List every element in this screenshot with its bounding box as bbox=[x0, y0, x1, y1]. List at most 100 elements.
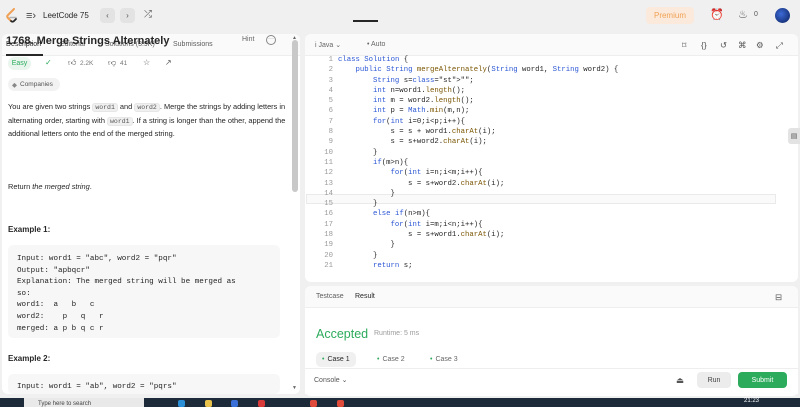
app-icon[interactable] bbox=[258, 400, 265, 407]
run-button[interactable]: Run bbox=[697, 372, 731, 388]
tag-icon: ◆ bbox=[12, 81, 17, 89]
hint-button[interactable]: Hint bbox=[242, 36, 254, 43]
alarm-clock-icon[interactable]: ⏰ bbox=[710, 8, 724, 21]
code-line: s = s+word1.charAt(i); bbox=[338, 231, 505, 240]
chevron-left-icon[interactable]: ‹ bbox=[100, 8, 115, 23]
pass-dot-icon: • bbox=[322, 356, 325, 363]
line-number: 2 bbox=[328, 66, 333, 75]
auto-mode[interactable]: • Auto bbox=[367, 41, 385, 48]
inline-code: word1 bbox=[92, 103, 118, 112]
leetcode-logo-icon[interactable] bbox=[5, 8, 19, 24]
code-line: else if(n>m){ bbox=[373, 210, 430, 219]
code-line: for(int i=n;i<m;i++){ bbox=[390, 169, 483, 178]
tab-submissions[interactable]: Submissions bbox=[173, 41, 213, 48]
line-number: 16 bbox=[324, 210, 333, 219]
thumbs-up-icon[interactable]: 👍︎ bbox=[68, 58, 76, 68]
notes-icon[interactable]: ▤ bbox=[788, 128, 800, 144]
premium-button[interactable]: Premium bbox=[646, 7, 694, 24]
example-2-heading: Example 2: bbox=[8, 354, 51, 363]
example-2-box: Input: word1 = "ab", word2 = "pqrs" bbox=[8, 374, 280, 394]
chevron-right-icon[interactable]: › bbox=[120, 8, 135, 23]
language-select[interactable]: i Java ⌄ bbox=[315, 41, 341, 49]
scroll-up-arrow-icon[interactable]: ▲ bbox=[292, 35, 297, 41]
problem-description: You are given two strings word1 and word… bbox=[8, 101, 288, 141]
desc-text: and bbox=[117, 102, 135, 111]
code-line: } bbox=[338, 241, 395, 250]
line-number: 4 bbox=[328, 86, 333, 95]
console-toggle[interactable]: Console ⌄ bbox=[314, 376, 348, 384]
menu-icon[interactable]: ≡› bbox=[26, 10, 36, 22]
settings-icon[interactable]: ⚙ bbox=[756, 40, 764, 51]
code-line: for(int i=m;i<n;i++){ bbox=[390, 220, 483, 229]
line-number: 10 bbox=[324, 148, 333, 157]
code-line: } bbox=[338, 251, 378, 260]
braces-icon[interactable]: {} bbox=[701, 40, 707, 50]
command-icon[interactable]: ⌘ bbox=[738, 40, 747, 51]
bookmark-icon[interactable]: ⌑ bbox=[682, 40, 686, 51]
problem-list-title[interactable]: LeetCode 75 bbox=[43, 11, 89, 20]
example-1-box: Input: word1 = "abc", word2 = "pqr" Outp… bbox=[8, 245, 280, 338]
more-options-icon[interactable]: ··· bbox=[266, 35, 276, 45]
collapse-icon[interactable]: ⊟ bbox=[775, 292, 782, 303]
folder-icon[interactable] bbox=[205, 400, 212, 407]
console-label: Console bbox=[314, 377, 340, 384]
reset-icon[interactable]: ↺ bbox=[720, 40, 727, 51]
case-1-tab[interactable]: • Case 1 bbox=[316, 352, 356, 367]
case-2-tab[interactable]: • Case 2 bbox=[371, 352, 411, 367]
pass-dot-icon: • bbox=[377, 356, 380, 363]
chrome-icon[interactable] bbox=[310, 400, 317, 407]
return-statement: Return the merged string. bbox=[8, 182, 92, 191]
case-label: Case 2 bbox=[382, 356, 405, 363]
companies-tag[interactable]: ◆ Companies bbox=[8, 78, 60, 91]
code-line: for(int i=0;i<p;i++){ bbox=[373, 117, 466, 126]
share-icon[interactable]: ↗ bbox=[165, 58, 172, 67]
edge-icon[interactable] bbox=[178, 400, 185, 407]
thumbs-down-icon[interactable]: 👎︎ bbox=[108, 58, 116, 68]
tab-testcase[interactable]: Testcase bbox=[316, 293, 344, 300]
line-number: 1 bbox=[328, 56, 333, 64]
likes-count: 2.2K bbox=[80, 60, 94, 67]
code-line: String s=class="st">""; bbox=[373, 76, 474, 85]
code-line: int m = word2.length(); bbox=[373, 97, 474, 106]
line-number: 11 bbox=[324, 158, 333, 167]
line-number: 5 bbox=[328, 97, 333, 106]
description-scrollbar[interactable] bbox=[292, 40, 298, 192]
active-tab-underline bbox=[6, 54, 43, 56]
active-result-tab-underline bbox=[353, 20, 378, 22]
line-number: 13 bbox=[324, 179, 333, 188]
avatar[interactable] bbox=[775, 8, 790, 23]
line-number: 14 bbox=[324, 189, 333, 198]
code-line: class Solution { bbox=[338, 56, 409, 64]
line-number: 17 bbox=[324, 220, 333, 229]
expand-icon[interactable]: ⤢ bbox=[776, 40, 783, 51]
difficulty-badge: Easy bbox=[8, 57, 31, 70]
tab-result[interactable]: Result bbox=[355, 293, 375, 300]
fire-icon[interactable]: ♨ bbox=[738, 8, 748, 21]
star-icon[interactable]: ☆ bbox=[143, 58, 150, 67]
scroll-down-arrow-icon[interactable]: ▼ bbox=[292, 385, 297, 391]
dislikes-count: 41 bbox=[120, 60, 128, 67]
inline-code: word1 bbox=[107, 116, 133, 126]
result-tabs-bar: Testcase Result ⊟ bbox=[305, 286, 798, 308]
code-line: s = s+word2.charAt(i); bbox=[338, 138, 487, 147]
code-line: int p = Math.min(m,n); bbox=[373, 107, 470, 116]
line-number: 18 bbox=[324, 231, 333, 240]
chrome-icon[interactable] bbox=[337, 400, 344, 407]
line-number: 7 bbox=[328, 117, 333, 126]
code-line: if(m>n){ bbox=[373, 158, 409, 167]
line-number: 19 bbox=[324, 241, 333, 250]
line-numbers: 1 2 3 4 5 6 7 8 9 10 11 12 13 14 15 16 17 18 19 20 21 bbox=[305, 55, 333, 271]
companies-label: Companies bbox=[20, 81, 53, 88]
taskbar-search[interactable]: Type here to search bbox=[24, 398, 144, 407]
pass-dot-icon: • bbox=[430, 356, 433, 363]
mail-icon[interactable] bbox=[231, 400, 238, 407]
language-value: Java bbox=[318, 42, 334, 49]
submit-button[interactable]: Submit bbox=[738, 372, 787, 388]
line-number: 12 bbox=[324, 169, 333, 178]
code-line: } bbox=[338, 148, 378, 157]
upload-icon[interactable]: ⏏ bbox=[676, 375, 684, 386]
case-3-tab[interactable]: • Case 3 bbox=[424, 352, 464, 367]
shuffle-icon[interactable]: ⤮ bbox=[144, 9, 152, 20]
code-area[interactable]: class Solution { public String mergeAlte… bbox=[338, 55, 618, 271]
inline-code: word2 bbox=[134, 103, 160, 112]
